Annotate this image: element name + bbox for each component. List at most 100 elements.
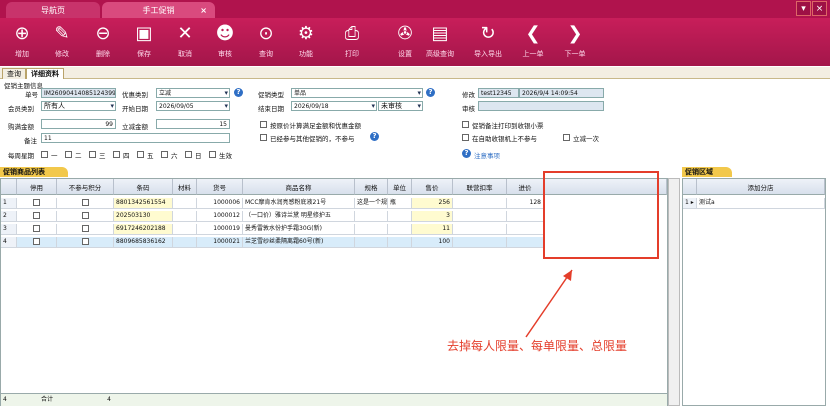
spec-cell[interactable] [355,224,388,235]
add-store-header[interactable]: 添加分店 [697,179,825,195]
material-cell[interactable] [173,237,197,248]
reduce-once-checkbox[interactable] [563,134,570,141]
column-header[interactable]: 商品名称 [243,179,355,195]
reduce-amount-field[interactable]: 15 [156,119,230,129]
effective-checkbox[interactable] [209,151,216,158]
column-header[interactable]: 条码 [114,179,173,195]
unit-cell[interactable] [388,211,412,222]
help-icon[interactable]: ? [370,132,379,141]
toolbar-button-10[interactable]: ▤ 高级查询 [420,22,460,59]
product-name-cell[interactable]: 曼秀雷敦水份护手霜30G(新) [243,224,355,235]
dropdown-window-button[interactable]: ▾ [796,1,811,16]
print-note-checkbox[interactable] [462,121,469,128]
toolbar-button-12[interactable]: ❮ 上一单 [513,22,553,59]
toolbar-button-6[interactable]: ⊙ 查询 [246,22,286,59]
toolbar-button-5[interactable]: ☻ 审核 [205,22,245,59]
buy-amount-field[interactable]: 99 [41,119,116,129]
spec-cell[interactable] [355,237,388,248]
product-name-cell[interactable]: 兰芝雪纱丝柔隔离霜60号(新) [243,237,355,248]
promo-area-tab[interactable]: 促销区域 [682,167,732,177]
exclude-other-promo-checkbox[interactable] [260,134,267,141]
barcode-cell[interactable]: 202503130 [114,211,173,222]
toolbar-button-3[interactable]: ▣ 保存 [124,22,164,59]
tab-manual-promo[interactable]: 手工促销 × [102,2,215,18]
weekday-checkbox[interactable] [185,151,192,158]
original-price-checkbox[interactable] [260,121,267,128]
note-field[interactable]: 11 [41,133,230,143]
tab-home[interactable]: 导航页 [6,2,100,18]
unit-cell[interactable] [388,224,412,235]
discount-type-select[interactable]: 立减 [156,88,230,98]
row-checkbox[interactable] [33,199,40,206]
attention-link[interactable]: 注意事项 [474,150,500,160]
help-icon[interactable]: ? [462,149,471,158]
barcode-cell[interactable]: 8809685836162 [114,237,173,248]
member-type-select[interactable]: 所有人 [41,101,116,111]
toolbar-button-2[interactable]: ⊖ 删除 [83,22,123,59]
product-name-cell[interactable]: （一口价）雅诗兰黛 明星修护五 [243,211,355,222]
close-window-button[interactable]: × [812,1,827,16]
cost-cell[interactable] [507,224,544,235]
column-header[interactable]: 联营扣率 [453,179,507,195]
price-cell[interactable]: 100 [412,237,453,248]
toolbar-button-8[interactable]: ⎙ 打印 [332,22,372,59]
sku-cell[interactable]: 1000019 [197,224,243,235]
help-icon[interactable]: ? [234,88,243,97]
cost-cell[interactable] [507,211,544,222]
column-header[interactable]: 规格 [355,179,388,195]
row-checkbox[interactable] [33,212,40,219]
column-header[interactable]: 售价 [412,179,453,195]
weekday-checkbox[interactable] [161,151,168,158]
close-tab-icon[interactable]: × [200,6,207,15]
cost-cell[interactable] [507,237,544,248]
store-cell[interactable]: 测试a [697,198,825,209]
column-header[interactable]: 不参与积分 [57,179,114,195]
row-checkbox[interactable] [33,225,40,232]
material-cell[interactable] [173,224,197,235]
spec-cell[interactable]: 这是一个规 [355,198,388,209]
column-header[interactable]: 材料 [173,179,197,195]
end-date-picker[interactable]: 2026/09/18 [291,101,377,111]
weekday-checkbox[interactable] [65,151,72,158]
barcode-cell[interactable]: 6917246202188 [114,224,173,235]
weekday-checkbox[interactable] [89,151,96,158]
start-date-picker[interactable]: 2026/09/05 [156,101,230,111]
help-icon[interactable]: ? [426,88,435,97]
price-cell[interactable]: 256 [412,198,453,209]
toolbar-button-0[interactable]: ⊕ 增加 [2,22,42,59]
column-header[interactable]: 货号 [197,179,243,195]
commission-rate-cell[interactable] [453,211,507,222]
row-checkbox[interactable] [81,212,89,219]
weekday-checkbox[interactable] [41,151,48,158]
toolbar-button-4[interactable]: ✕ 取消 [165,22,205,59]
row-checkbox[interactable] [81,225,89,232]
spec-cell[interactable] [355,211,388,222]
barcode-cell[interactable]: 8801342561554 [114,198,173,209]
material-cell[interactable] [173,211,197,222]
commission-rate-cell[interactable] [453,198,507,209]
audit-status-select[interactable]: 未审核 [378,101,423,111]
subtab-details[interactable]: 详细资料 [26,68,64,79]
row-checkbox[interactable] [81,199,89,206]
toolbar-button-13[interactable]: ❯ 下一单 [555,22,595,59]
column-header[interactable]: 单位 [388,179,412,195]
column-header[interactable]: 进价 [507,179,544,195]
unit-cell[interactable]: 瓶 [388,198,412,209]
product-name-cell[interactable]: MCC摩肯水润亮感粉底液21号 [243,198,355,209]
price-cell[interactable]: 11 [412,224,453,235]
subtab-query[interactable]: 查询 [2,68,26,79]
unit-cell[interactable] [388,237,412,248]
commission-rate-cell[interactable] [453,237,507,248]
sku-cell[interactable]: 1000021 [197,237,243,248]
price-cell[interactable]: 3 [412,211,453,222]
toolbar-button-7[interactable]: ⚙ 功能 [286,22,326,59]
sku-cell[interactable]: 1000012 [197,211,243,222]
cost-cell[interactable]: 128 [507,198,544,209]
column-header[interactable]: 停用 [17,179,57,195]
grid-scrollbar[interactable] [668,178,680,406]
toolbar-button-9[interactable]: ✇ 设置 [385,22,425,59]
sku-cell[interactable]: 1000006 [197,198,243,209]
row-checkbox[interactable] [33,238,40,245]
promo-type-select[interactable]: 单品 [291,88,423,98]
weekday-checkbox[interactable] [113,151,120,158]
